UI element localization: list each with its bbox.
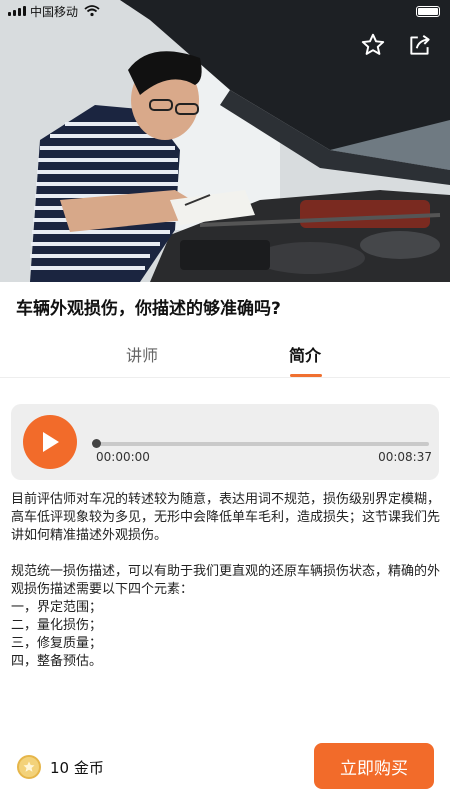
- active-tab-indicator: [290, 374, 322, 377]
- tab-bar: 讲师 简介: [0, 330, 450, 378]
- course-cover-image: 中国移动: [0, 0, 450, 282]
- star-icon: [361, 33, 385, 55]
- status-bar: 中国移动: [0, 0, 450, 22]
- play-button[interactable]: [23, 415, 77, 469]
- audio-player: 00:00:00 00:08:37: [11, 404, 439, 480]
- current-time: 00:00:00: [96, 450, 150, 464]
- coin-star-icon: [23, 761, 35, 772]
- tab-introduction[interactable]: 简介: [289, 342, 321, 366]
- wifi-icon: [84, 5, 100, 17]
- tab-lecturer[interactable]: 讲师: [126, 342, 158, 366]
- total-time: 00:08:37: [378, 450, 432, 464]
- play-icon: [43, 432, 59, 452]
- battery-icon: [416, 6, 440, 17]
- carrier-label: 中国移动: [30, 4, 79, 19]
- description-paragraph: 规范统一损伤描述，可以有助于我们更直观的还原车辆损伤状态，精确的外观损伤描述需要…: [11, 564, 441, 597]
- signal-icon: [8, 6, 26, 16]
- list-item: 四，整备预估。: [11, 654, 103, 669]
- coin-icon: [17, 755, 41, 779]
- progress-knob[interactable]: [92, 439, 101, 448]
- price-label: 10 金币: [50, 759, 104, 777]
- list-item: 二，量化损伤；: [11, 618, 103, 633]
- list-item: 一，界定范围；: [11, 600, 103, 615]
- course-title: 车辆外观损伤，你描述的够准确吗?: [16, 299, 281, 319]
- list-item: 三，修复质量；: [11, 636, 103, 651]
- course-description: 目前评估师对车况的转述较为随意，表达用词不规范，损伤级别界定模糊，高车低评现象较…: [11, 491, 441, 671]
- element-list: 一，界定范围； 二，量化损伤； 三，修复质量； 四，整备预估。: [11, 599, 441, 671]
- favorite-button[interactable]: [358, 30, 388, 60]
- share-button[interactable]: [405, 30, 435, 60]
- share-icon: [410, 34, 430, 55]
- progress-track[interactable]: [96, 442, 429, 446]
- buy-now-button[interactable]: 立即购买: [314, 743, 434, 789]
- description-paragraph: 目前评估师对车况的转述较为随意，表达用词不规范，损伤级别界定模糊，高车低评现象较…: [11, 492, 441, 543]
